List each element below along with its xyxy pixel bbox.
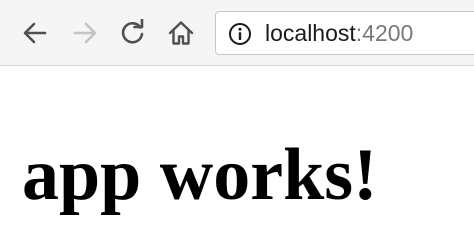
browser-toolbar: localhost:4200 (0, 0, 474, 66)
home-button[interactable] (164, 16, 198, 50)
reload-button[interactable] (116, 16, 150, 50)
site-info-icon[interactable] (228, 22, 252, 46)
home-icon (168, 21, 194, 45)
page-heading: app works! (22, 134, 378, 216)
back-arrow-icon (23, 22, 47, 44)
address-bar[interactable]: localhost:4200 (215, 11, 474, 55)
url-host: localhost (265, 20, 356, 46)
back-button[interactable] (18, 16, 52, 50)
url-port: :4200 (355, 20, 414, 46)
forward-arrow-icon (73, 22, 97, 44)
url-text[interactable]: localhost:4200 (265, 12, 413, 54)
reload-icon (121, 19, 144, 44)
forward-button[interactable] (68, 16, 102, 50)
page-content: app works! (0, 66, 474, 249)
